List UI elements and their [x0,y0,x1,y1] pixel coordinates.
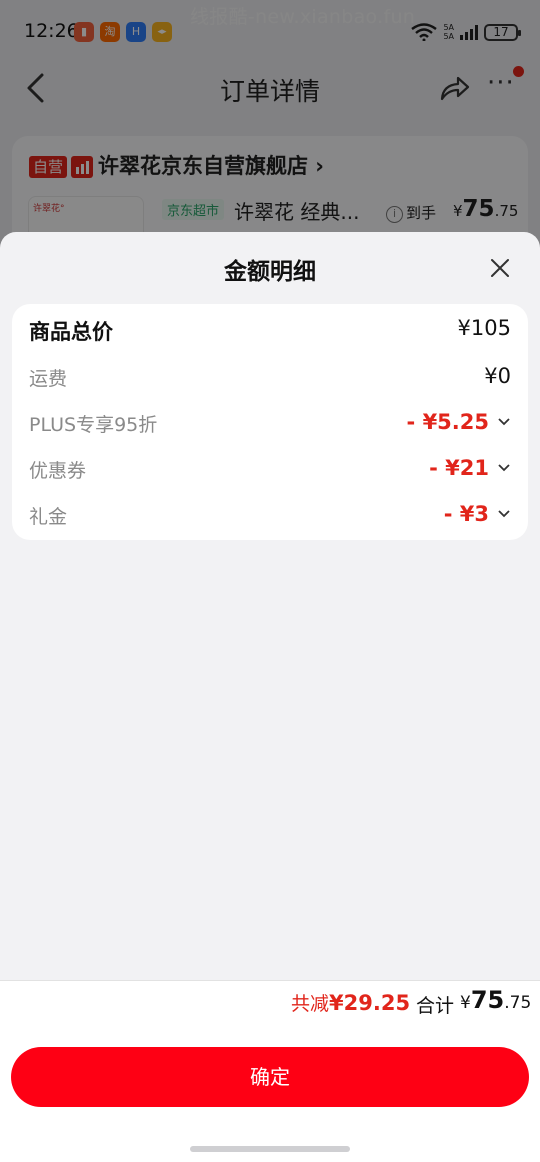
amount-detail-card: 商品总价 ¥105 运费 ¥0 PLUS专享95折 - ¥5.25 优惠券 - … [12,304,528,540]
reduction-value: ¥29.25 [329,991,411,1015]
row-goods-total: 商品总价 ¥105 [29,316,511,346]
row-value: ¥105 [457,316,511,340]
row-plus-discount[interactable]: PLUS专享95折 - ¥5.25 [29,410,511,440]
home-indicator[interactable] [190,1146,350,1152]
sheet-title: 金额明细 [224,259,316,285]
total-label: 合计 [416,995,455,1017]
summary-bar: 共减¥29.25 合计 ¥75.75 [0,981,540,1027]
total-dec: .75 [504,993,532,1013]
row-shipping: 运费 ¥0 [29,364,511,394]
dim-overlay[interactable] [0,0,540,260]
row-value: - ¥21 [429,456,489,480]
background-page: 12:26 ▮ 淘 H ◂▸ 5A 5A 17 线报酷-new.xianbao.… [0,0,540,296]
confirm-button[interactable]: 确定 [11,1047,529,1107]
total-amount: ¥75.75 [460,986,531,1014]
chevron-down-icon[interactable] [497,415,511,429]
row-value: ¥0 [484,364,511,388]
total-currency: ¥ [460,993,471,1013]
row-label: 运费 [29,368,68,390]
close-icon[interactable] [488,256,512,280]
row-value: - ¥5.25 [406,410,489,434]
row-value: - ¥3 [443,502,489,526]
bottom-area: 确定 [0,1027,540,1162]
chevron-down-icon[interactable] [497,461,511,475]
row-label: 礼金 [29,506,68,528]
row-label: PLUS专享95折 [29,414,158,436]
total-int: 75 [470,986,505,1014]
row-gift-money[interactable]: 礼金 - ¥3 [29,502,511,532]
chevron-down-icon[interactable] [497,507,511,521]
total-reduction: 共减¥29.25 [291,989,410,1016]
row-label: 优惠券 [29,460,87,482]
row-coupon[interactable]: 优惠券 - ¥21 [29,456,511,486]
reduction-label: 共减 [291,993,330,1015]
row-label: 商品总价 [29,320,113,344]
